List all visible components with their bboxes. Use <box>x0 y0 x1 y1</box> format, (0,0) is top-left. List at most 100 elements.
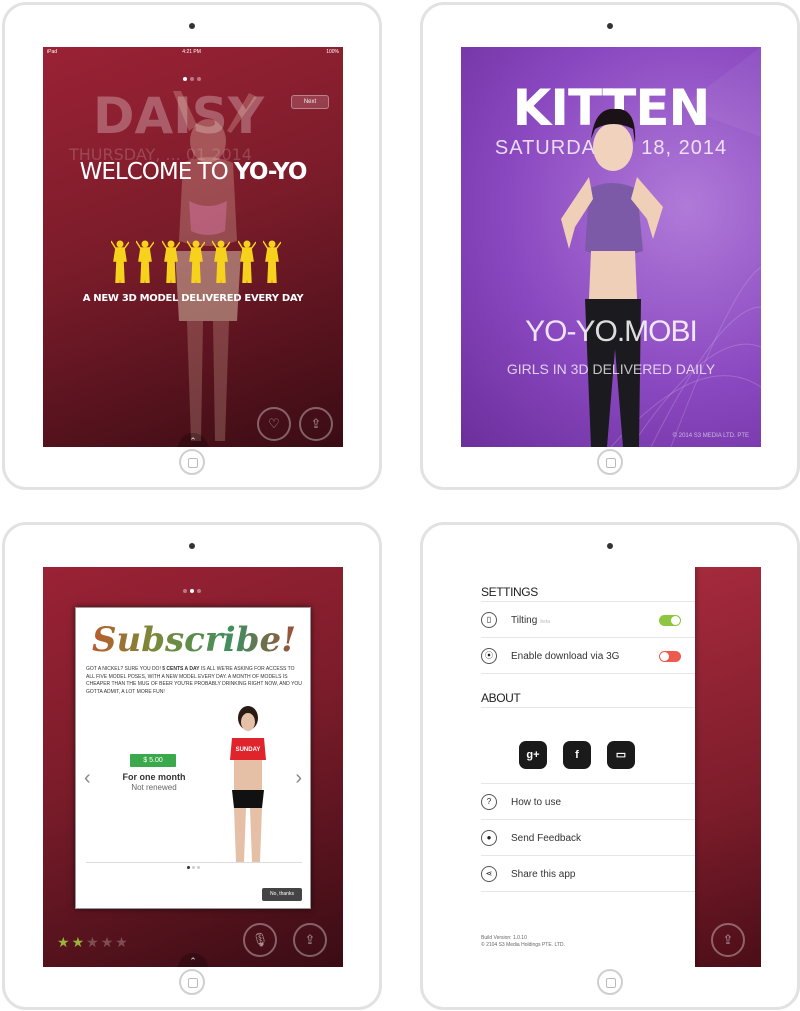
download-3g-toggle[interactable] <box>659 651 681 662</box>
subscribe-dialog: Subscribe! GOT A NICKEL? SURE YOU DO! 5 … <box>75 607 311 909</box>
welcome-heading: WELCOME TO YO-YO <box>43 159 343 185</box>
favorite-button[interactable]: ♡ <box>257 407 291 441</box>
subscribe-title: Subscribe! <box>76 620 312 660</box>
model-silhouette-icon <box>135 239 155 284</box>
share-button[interactable]: ⇪ <box>299 407 333 441</box>
rating-stars[interactable]: ★ ★ ★ ★ ★ <box>57 934 128 951</box>
share-button[interactable]: ⇪ <box>293 923 327 957</box>
tilting-toggle[interactable] <box>659 615 681 626</box>
divider <box>481 673 695 674</box>
google-plus-icon[interactable]: g+ <box>519 741 547 769</box>
subscribe-description: GOT A NICKEL? SURE YOU DO! 5 CENTS A DAY… <box>86 666 302 696</box>
plan-name: For one month <box>122 772 186 782</box>
divider <box>481 601 695 602</box>
status-time: 4:21 PM <box>182 49 201 55</box>
copyright-text: © 2014 S3 MEDIA LTD. PTE <box>672 433 749 439</box>
welcome-screen: iPad 4:21 PM 100% DAISY THURSDAY, ... 01… <box>43 47 343 447</box>
model-preview-image: SUNDAY <box>230 706 266 862</box>
no-thanks-button[interactable]: No, thanks <box>262 888 302 901</box>
next-button[interactable]: Next <box>291 95 329 109</box>
microphone-button[interactable]: 🎙 <box>243 923 277 957</box>
front-camera <box>607 543 613 549</box>
page-dot <box>183 589 187 593</box>
home-button[interactable] <box>597 969 623 995</box>
share-button[interactable]: ⇪ <box>711 923 745 957</box>
chevron-right-icon[interactable]: › <box>295 768 302 788</box>
page-dot <box>197 589 201 593</box>
question-icon: ? <box>481 794 497 810</box>
page-dot <box>190 77 194 81</box>
chevron-left-icon[interactable]: ‹ <box>84 768 91 788</box>
model-silhouette-icon <box>161 239 181 284</box>
signal-icon: ⦿ <box>481 648 497 664</box>
price-button[interactable]: $ 5.00 <box>130 754 176 767</box>
plan-status: Not renewed <box>131 783 177 792</box>
ipad-subscribe: Subscribe! GOT A NICKEL? SURE YOU DO! 5 … <box>2 522 382 1010</box>
download-3g-row[interactable]: ⦿ Enable download via 3G <box>481 639 695 673</box>
divider <box>481 783 695 784</box>
star-icon[interactable]: ★ <box>86 934 99 951</box>
star-icon[interactable]: ★ <box>101 934 114 951</box>
model-silhouette-icon <box>186 239 206 284</box>
feedback-icon: ● <box>481 830 497 846</box>
home-button[interactable] <box>179 969 205 995</box>
home-button[interactable] <box>597 449 623 475</box>
star-icon[interactable]: ★ <box>115 934 128 951</box>
page-dot <box>183 77 187 81</box>
welcome-brand: YO-YO <box>234 159 307 185</box>
chevron-up-icon[interactable]: ⌃ <box>178 953 208 967</box>
share-app-row[interactable]: ⋖ Share this app <box>481 857 695 891</box>
model-silhouette-icon <box>262 239 282 284</box>
website-icon[interactable]: ▭ <box>607 741 635 769</box>
welcome-prefix: WELCOME TO <box>79 159 235 185</box>
page-indicator <box>183 77 201 81</box>
page-dot <box>190 589 194 593</box>
divider <box>481 637 695 638</box>
status-bar: iPad 4:21 PM 100% <box>47 49 339 57</box>
settings-heading: SETTINGS <box>481 585 538 599</box>
phone-icon: ▯ <box>481 612 497 628</box>
background-content[interactable] <box>695 567 761 967</box>
how-to-use-row[interactable]: ? How to use <box>481 785 695 819</box>
ipad-welcome: iPad 4:21 PM 100% DAISY THURSDAY, ... 01… <box>2 2 382 490</box>
about-heading: ABOUT <box>481 691 521 705</box>
social-links: g+ f ▭ <box>519 741 635 769</box>
divider <box>481 819 695 820</box>
brand-domain: YO-YO.MOBI <box>525 315 698 348</box>
front-camera <box>189 23 195 29</box>
divider <box>481 891 695 892</box>
facebook-icon[interactable]: f <box>563 741 591 769</box>
divider <box>86 862 302 863</box>
tilting-note: beta <box>540 618 551 625</box>
model-silhouette-icon <box>211 239 231 284</box>
page-dot <box>187 866 190 869</box>
star-icon[interactable]: ★ <box>72 934 85 951</box>
home-button[interactable] <box>179 449 205 475</box>
build-copyright: © 2104 S3 Media Holdings PTE. LTD. <box>481 942 565 948</box>
send-feedback-row[interactable]: ● Send Feedback <box>481 821 695 855</box>
page-dot <box>192 866 195 869</box>
page-dot <box>197 77 201 81</box>
ipad-kitten: KITTEN SATURDAY ... 18, 2014 YO-YO.MOBI … <box>420 2 800 490</box>
page-dot <box>197 866 200 869</box>
front-camera <box>189 543 195 549</box>
shirt-text: SUNDAY <box>236 747 261 753</box>
star-icon[interactable]: ★ <box>57 934 70 951</box>
how-to-use-label: How to use <box>511 796 562 808</box>
build-info: Build Version: 1.0.10 © 2104 S3 Media Ho… <box>481 935 565 949</box>
download-3g-label: Enable download via 3G <box>511 650 620 662</box>
status-device: iPad <box>47 49 58 55</box>
status-battery: 100% <box>326 49 339 55</box>
tilting-label: Tilting beta <box>511 615 550 626</box>
build-version: Build Version: 1.0.10 <box>481 935 527 941</box>
share-icon: ⋖ <box>481 866 497 882</box>
plan-page-indicator <box>187 866 200 869</box>
model-silhouette-icon <box>110 239 130 284</box>
tilting-row[interactable]: ▯ Tilting beta <box>481 603 695 637</box>
model-silhouettes <box>110 239 282 284</box>
kitten-splash-screen: KITTEN SATURDAY ... 18, 2014 YO-YO.MOBI … <box>461 47 761 447</box>
share-app-label: Share this app <box>511 868 576 880</box>
model-silhouette-icon <box>237 239 257 284</box>
subscribe-screen: Subscribe! GOT A NICKEL? SURE YOU DO! 5 … <box>43 567 343 967</box>
page-indicator <box>183 589 201 593</box>
